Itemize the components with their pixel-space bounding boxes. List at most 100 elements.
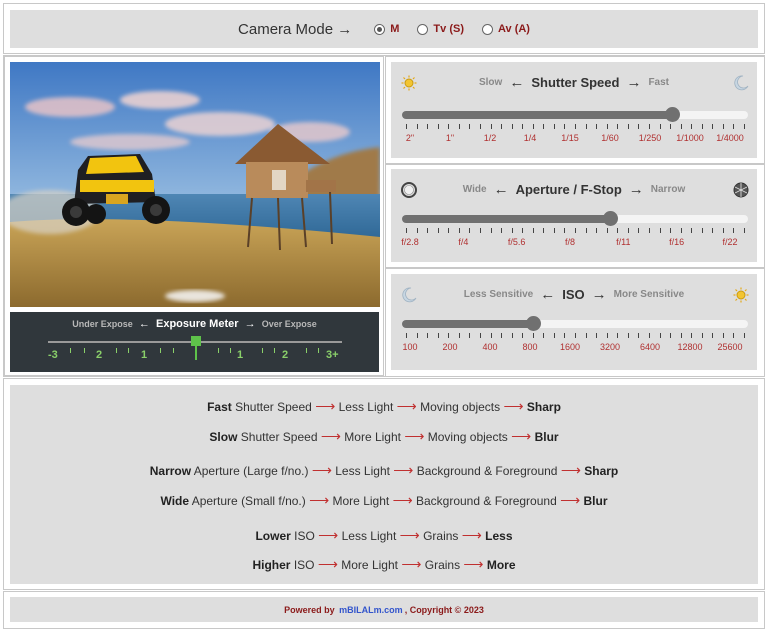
meter-tick [262,348,263,353]
aperture-tick [701,228,703,233]
aperture-stop-label: f/22 [722,237,738,247]
shutter-tick [722,124,724,129]
shutter-stop-label: 1" [445,133,455,143]
aperture-tick [522,228,524,233]
iso-tick [627,333,629,338]
aperture-tick [406,228,407,233]
shutter-slider[interactable] [402,107,748,122]
info-line: Lower ISO ⟶ Less Light ⟶ Grains ⟶ Less [255,527,513,543]
footer-link[interactable]: mBILALm.com [339,605,403,615]
shutter-tick [585,124,587,129]
info-line: Narrow Aperture (Large f/no.) ⟶ Less Lig… [149,462,619,478]
aperture-tick [437,228,439,233]
mode-option-tv[interactable]: Tv (S) [417,23,464,35]
iso-less-label: Less Sensitive [463,288,534,300]
iso-stop-label: 25600 [717,342,743,352]
meter-num: 1 [141,349,148,361]
info-line: Higher ISO ⟶ More Light ⟶ Grains ⟶ More [252,556,516,572]
iso-tick [659,333,661,338]
iso-tick [606,333,608,338]
iso-more-label: More Sensitive [613,288,685,300]
aperture-slider[interactable] [402,211,748,226]
shutter-tick [511,124,513,129]
iso-tick [458,333,460,338]
iso-stop-label: 800 [522,342,538,352]
iso-slider[interactable] [402,316,748,331]
iso-tick [638,333,640,338]
shutter-tick [458,124,460,129]
iso-stop-label: 3200 [599,342,621,352]
shutter-tick [437,124,439,129]
aperture-tick [416,228,418,233]
aperture-tick [638,228,640,233]
aperture-tick [469,228,471,233]
aperture-tick [680,228,682,233]
iso-tick [469,333,471,338]
shutter-tick [691,124,693,129]
iso-tick [564,333,566,338]
shutter-tick [617,124,619,129]
iso-tick [701,333,703,338]
iso-tick [722,333,724,338]
shutter-tick [733,124,735,129]
radio-m[interactable] [374,23,386,35]
meter-tick [230,348,231,353]
iso-tick [416,333,418,338]
aperture-tick [564,228,566,233]
mode-option-m[interactable]: M [374,23,399,35]
aperture-slider-fill [402,215,610,223]
aperture-tick [648,228,650,233]
mode-option-av[interactable]: Av (A) [481,23,530,35]
shutter-tick [564,124,566,129]
meter-tick [160,348,161,353]
shutter-tick [427,124,429,129]
iso-tick [479,333,481,338]
shutter-stop-label: 2" [405,133,415,143]
shutter-tick [469,124,471,129]
radio-av[interactable] [481,23,493,35]
aperture-tick [575,228,576,233]
iso-tick [585,333,587,338]
shutter-tick [501,124,503,129]
iso-tick [532,333,534,338]
meter-tick [173,348,174,353]
aperture-tick [744,228,745,233]
aperture-tick [606,228,608,233]
aperture-tick [490,228,492,233]
aperture-slider-handle[interactable] [602,211,618,226]
iso-tick [648,333,650,338]
shutter-header: Slow ← Shutter Speed → Fast [478,73,670,91]
meter-num: 2 [96,349,103,361]
shutter-stop-label: 1/4 [523,133,537,143]
shutter-tick [448,124,450,129]
shutter-stop-label: 1/4000 [716,133,744,143]
iso-tick [575,333,576,338]
shutter-title: Shutter Speed [531,74,620,90]
meter-over-label: Over Expose [261,319,317,329]
meter-under-label: Under Expose [72,319,133,329]
iso-tick [596,333,598,338]
iso-stop-label: 200 [442,342,458,352]
shutter-slider-handle[interactable] [664,107,680,122]
radio-tv[interactable] [417,23,429,35]
aperture-tick [627,228,629,233]
iso-tick [490,333,492,338]
shutter-tick [479,124,481,129]
aperture-tick [722,228,724,233]
meter-tick [128,348,129,353]
iso-title: ISO [562,286,585,302]
iso-tick [427,333,429,338]
shutter-tick [638,124,640,129]
aperture-tick [448,228,450,233]
aperture-control: Wide ← Aperture / F-Stop → Narrow f/2.8 f… [391,169,757,262]
meter-pointer [191,336,201,346]
aperture-tick [659,228,661,233]
meter-tick [70,348,71,353]
shutter-tick [680,124,682,129]
iso-tick [617,333,619,338]
iso-tick [691,333,693,338]
iso-tick [511,333,513,338]
shutter-tick [490,124,492,129]
iso-slider-handle[interactable] [526,316,542,331]
iso-header: Less Sensitive ← ISO → More Sensitive [463,285,685,303]
